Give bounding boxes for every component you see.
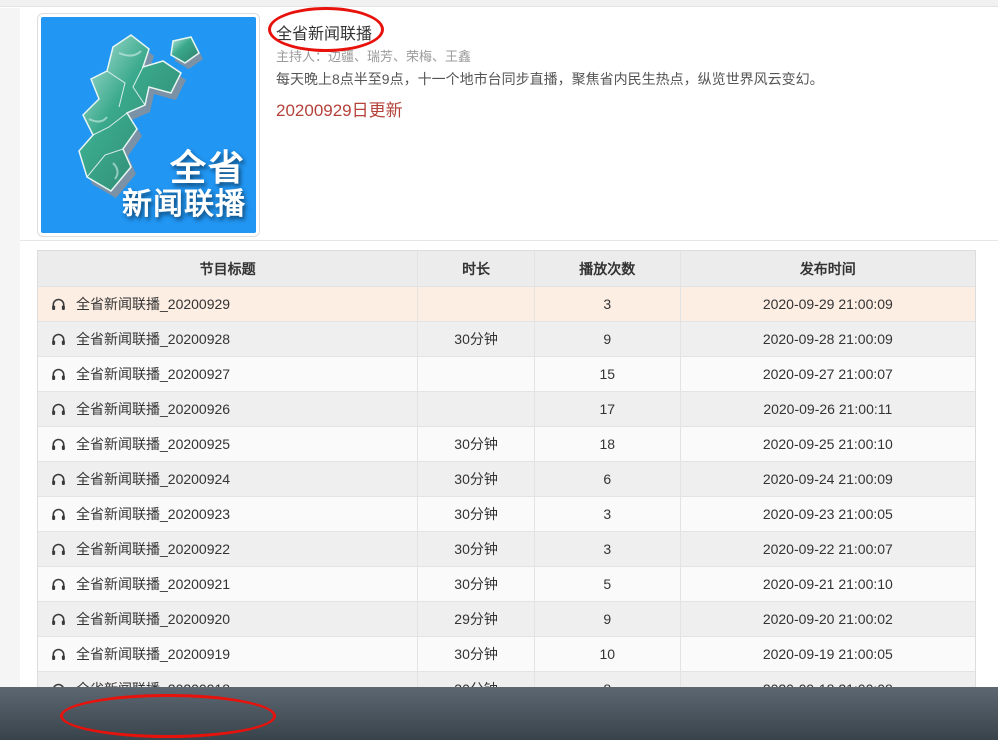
episode-plays: 18 bbox=[534, 427, 680, 462]
headphones-icon bbox=[51, 577, 66, 591]
episode-published: 2020-09-23 21:00:05 bbox=[680, 497, 975, 532]
episode-row[interactable]: 全省新闻联播_20200927 15 2020-09-27 21:00:07 bbox=[38, 356, 975, 391]
episode-duration: 30分钟 bbox=[417, 462, 534, 497]
top-strip bbox=[0, 0, 998, 7]
episode-duration: 30分钟 bbox=[417, 427, 534, 462]
headphones-icon bbox=[51, 612, 66, 626]
episode-plays: 5 bbox=[534, 567, 680, 602]
section-divider bbox=[20, 240, 998, 241]
episode-title-cell: 全省新闻联播_20200924 bbox=[38, 462, 417, 497]
episode-duration bbox=[417, 392, 534, 427]
episode-row[interactable]: 全省新闻联播_20200928 30分钟 9 2020-09-28 21:00:… bbox=[38, 321, 975, 356]
episode-row[interactable]: 全省新闻联播_20200924 30分钟 6 2020-09-24 21:00:… bbox=[38, 461, 975, 496]
episode-plays: 6 bbox=[534, 462, 680, 497]
headphones-icon bbox=[51, 507, 66, 521]
episode-duration: 30分钟 bbox=[417, 532, 534, 567]
cover-line2: 新闻联播 bbox=[122, 188, 246, 221]
episode-plays: 3 bbox=[534, 287, 680, 322]
episode-plays: 10 bbox=[534, 637, 680, 672]
episode-title-cell: 全省新闻联播_20200926 bbox=[38, 392, 417, 427]
cover-title-text: 全省 新闻联播 bbox=[122, 148, 246, 221]
episode-published: 2020-09-26 21:00:11 bbox=[680, 392, 975, 427]
episode-duration: 30分钟 bbox=[417, 567, 534, 602]
episode-title-cell: 全省新闻联播_20200925 bbox=[38, 427, 417, 462]
show-hosts: 主持人：边疆、瑞芳、荣梅、王鑫 bbox=[276, 46, 471, 65]
headphones-icon bbox=[51, 437, 66, 451]
episode-title: 全省新闻联播_20200929 bbox=[76, 294, 230, 314]
episode-plays: 15 bbox=[534, 357, 680, 392]
episode-title: 全省新闻联播_20200921 bbox=[76, 574, 230, 594]
episode-row[interactable]: 全省新闻联播_20200921 30分钟 5 2020-09-21 21:00:… bbox=[38, 566, 975, 601]
header-duration: 时长 bbox=[417, 251, 534, 286]
episode-table-header: 节目标题 时长 播放次数 发布时间 bbox=[38, 251, 975, 286]
header-plays: 播放次数 bbox=[534, 251, 680, 286]
episode-published: 2020-09-24 21:00:09 bbox=[680, 462, 975, 497]
episode-row[interactable]: 全省新闻联播_20200923 30分钟 3 2020-09-23 21:00:… bbox=[38, 496, 975, 531]
header-published: 发布时间 bbox=[680, 251, 975, 286]
episode-published: 2020-09-22 21:00:07 bbox=[680, 532, 975, 567]
episode-title-cell: 全省新闻联播_20200921 bbox=[38, 567, 417, 602]
episode-row[interactable]: 全省新闻联播_20200925 30分钟 18 2020-09-25 21:00… bbox=[38, 426, 975, 461]
episode-plays: 3 bbox=[534, 532, 680, 567]
episode-title-cell: 全省新闻联播_20200923 bbox=[38, 497, 417, 532]
headphones-icon bbox=[51, 367, 66, 381]
episode-title-cell: 全省新闻联播_20200922 bbox=[38, 532, 417, 567]
episode-row[interactable]: 全省新闻联播_20200922 30分钟 3 2020-09-22 21:00:… bbox=[38, 531, 975, 566]
headphones-icon bbox=[51, 472, 66, 486]
episode-published: 2020-09-25 21:00:10 bbox=[680, 427, 975, 462]
left-margin-strip bbox=[0, 8, 20, 687]
header-title: 节目标题 bbox=[38, 251, 417, 286]
episode-row[interactable]: 全省新闻联播_20200919 30分钟 10 2020-09-19 21:00… bbox=[38, 636, 975, 671]
episode-title: 全省新闻联播_20200927 bbox=[76, 364, 230, 384]
player-bar: 即听 全省新闻联播_20200929 17:27 / 30:08 bbox=[0, 687, 998, 740]
episode-published: 2020-09-20 21:00:02 bbox=[680, 602, 975, 637]
episode-duration: 30分钟 bbox=[417, 497, 534, 532]
episode-published: 2020-09-19 21:00:05 bbox=[680, 637, 975, 672]
episode-duration: 30分钟 bbox=[417, 637, 534, 672]
show-update-date: 20200929日更新 bbox=[276, 96, 403, 121]
episode-title-cell: 全省新闻联播_20200920 bbox=[38, 602, 417, 637]
episode-row[interactable]: 全省新闻联播_20200920 29分钟 9 2020-09-20 21:00:… bbox=[38, 601, 975, 636]
headphones-icon bbox=[51, 402, 66, 416]
episode-published: 2020-09-28 21:00:09 bbox=[680, 322, 975, 357]
headphones-icon bbox=[51, 647, 66, 661]
episode-plays: 9 bbox=[534, 602, 680, 637]
episode-duration bbox=[417, 357, 534, 392]
episode-row[interactable]: 全省新闻联播_20200926 17 2020-09-26 21:00:11 bbox=[38, 391, 975, 426]
episode-table: 节目标题 时长 播放次数 发布时间 全省新闻联播_20200929 3 2020… bbox=[37, 250, 976, 707]
headphones-icon bbox=[51, 297, 66, 311]
headphones-icon bbox=[51, 332, 66, 346]
episode-title: 全省新闻联播_20200924 bbox=[76, 469, 230, 489]
album-cover-card: 全省 新闻联播 bbox=[37, 13, 260, 237]
episode-title-cell: 全省新闻联播_20200929 bbox=[38, 287, 417, 322]
episode-title: 全省新闻联播_20200920 bbox=[76, 609, 230, 629]
episode-table-body: 全省新闻联播_20200929 3 2020-09-29 21:00:09 全省… bbox=[38, 286, 975, 706]
headphones-icon bbox=[51, 542, 66, 556]
episode-title: 全省新闻联播_20200928 bbox=[76, 329, 230, 349]
cover-line1: 全省 bbox=[122, 148, 246, 188]
episode-published: 2020-09-27 21:00:07 bbox=[680, 357, 975, 392]
show-description: 每天晚上8点半至9点，十一个地市台同步直播，聚焦省内民生热点，纵览世界风云变幻。 bbox=[276, 69, 824, 89]
episode-duration bbox=[417, 287, 534, 322]
album-cover-image: 全省 新闻联播 bbox=[41, 17, 256, 233]
episode-published: 2020-09-21 21:00:10 bbox=[680, 567, 975, 602]
episode-duration: 29分钟 bbox=[417, 602, 534, 637]
episode-plays: 9 bbox=[534, 322, 680, 357]
episode-title: 全省新闻联播_20200926 bbox=[76, 399, 230, 419]
page: 全省 新闻联播 全省新闻联播 主持人：边疆、瑞芳、荣梅、王鑫 每天晚上8点半至9… bbox=[0, 0, 998, 740]
episode-plays: 17 bbox=[534, 392, 680, 427]
show-title: 全省新闻联播 bbox=[276, 20, 372, 44]
episode-row[interactable]: 全省新闻联播_20200929 3 2020-09-29 21:00:09 bbox=[38, 286, 975, 321]
episode-published: 2020-09-29 21:00:09 bbox=[680, 287, 975, 322]
episode-title: 全省新闻联播_20200923 bbox=[76, 504, 230, 524]
episode-title: 全省新闻联播_20200925 bbox=[76, 434, 230, 454]
episode-title: 全省新闻联播_20200922 bbox=[76, 539, 230, 559]
episode-title-cell: 全省新闻联播_20200928 bbox=[38, 322, 417, 357]
episode-title-cell: 全省新闻联播_20200927 bbox=[38, 357, 417, 392]
episode-duration: 30分钟 bbox=[417, 322, 534, 357]
episode-title: 全省新闻联播_20200919 bbox=[76, 644, 230, 664]
episode-title-cell: 全省新闻联播_20200919 bbox=[38, 637, 417, 672]
episode-plays: 3 bbox=[534, 497, 680, 532]
